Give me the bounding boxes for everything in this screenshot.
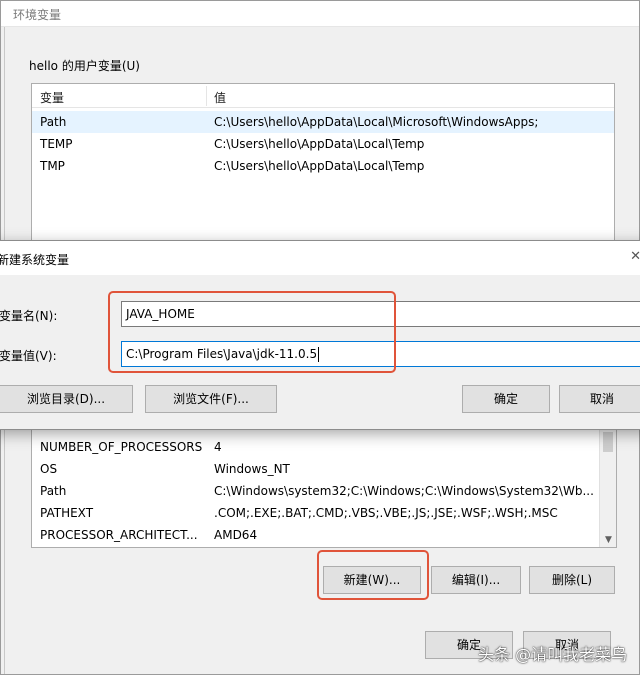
annotation-highlight-fields	[108, 291, 396, 373]
env-window-title: 环境变量	[13, 8, 62, 22]
user-var-row[interactable]: TEMP C:\Users\hello\AppData\Local\Temp	[32, 133, 614, 155]
system-var-row[interactable]: OS Windows_NT	[32, 458, 616, 480]
close-icon[interactable]: ✕	[630, 249, 640, 264]
scroll-down-arrow-icon[interactable]: ▼	[600, 535, 616, 545]
system-var-row[interactable]: Path C:\Windows\system32;C:\Windows;C:\W…	[32, 480, 616, 502]
var-name: NUMBER_OF_PROCESSORS	[40, 440, 203, 454]
var-name: TMP	[40, 159, 65, 173]
user-var-row[interactable]: Path C:\Users\hello\AppData\Local\Micros…	[32, 111, 614, 133]
new-system-variable-dialog: 新建系统变量 ✕ 变量名(N): JAVA_HOME 变量值(V): C:\Pr…	[0, 240, 640, 430]
system-list-scrollbar[interactable]: ▼	[599, 426, 616, 547]
new-dialog-ok-button[interactable]: 确定	[462, 385, 550, 413]
new-dialog-cancel-button[interactable]: 取消	[559, 385, 640, 413]
column-separator[interactable]	[206, 86, 207, 106]
var-value: 4	[214, 440, 222, 454]
browse-file-button[interactable]: 浏览文件(F)...	[145, 385, 277, 413]
system-var-row[interactable]: PATHEXT .COM;.EXE;.BAT;.CMD;.VBS;.VBE;.J…	[32, 502, 616, 524]
watermark-text: 头条 @请叫我老菜鸟	[478, 645, 628, 664]
column-header-value[interactable]: 值	[214, 89, 226, 106]
column-header-variable[interactable]: 变量	[40, 89, 64, 106]
var-value: .COM;.EXE;.BAT;.CMD;.VBS;.VBE;.JS;.JSE;.…	[214, 506, 558, 520]
var-value: C:\Users\hello\AppData\Local\Temp	[214, 159, 425, 173]
edit-variable-button[interactable]: 编辑(I)...	[431, 566, 521, 594]
env-titlebar: 环境变量	[1, 1, 639, 27]
new-dialog-title: 新建系统变量	[0, 253, 70, 267]
var-value: Windows_NT	[214, 462, 290, 476]
variable-name-label: 变量名(N):	[0, 309, 58, 323]
user-variables-group-label: hello 的用户变量(U)	[29, 59, 140, 73]
var-name: Path	[40, 115, 67, 129]
var-name: OS	[40, 462, 58, 476]
var-value: AMD64	[214, 528, 258, 542]
user-variables-list[interactable]: 变量 值 Path C:\Users\hello\AppData\Local\M…	[31, 83, 615, 253]
new-dialog-titlebar[interactable]: 新建系统变量 ✕	[0, 241, 640, 275]
delete-variable-button[interactable]: 删除(L)	[529, 566, 615, 594]
system-var-row[interactable]: PROCESSOR_ARCHITECT... AMD64	[32, 524, 616, 546]
var-value: C:\Windows\system32;C:\Windows;C:\Window…	[214, 484, 594, 498]
user-var-row[interactable]: TMP C:\Users\hello\AppData\Local\Temp	[32, 155, 614, 177]
var-name: Path	[40, 484, 67, 498]
var-name: PROCESSOR_ARCHITECT...	[40, 528, 198, 542]
variable-value-label: 变量值(V):	[0, 349, 57, 363]
var-value: C:\Users\hello\AppData\Local\Temp	[214, 137, 425, 151]
system-var-row[interactable]: NUMBER_OF_PROCESSORS 4	[32, 436, 616, 458]
browse-directory-button[interactable]: 浏览目录(D)...	[0, 385, 133, 413]
var-name: TEMP	[40, 137, 73, 151]
scrollbar-thumb[interactable]	[603, 432, 613, 452]
system-variables-list[interactable]: NUMBER_OF_PROCESSORS 4 OS Windows_NT Pat…	[31, 426, 617, 548]
user-list-header: 变量 值	[32, 84, 614, 108]
var-value: C:\Users\hello\AppData\Local\Microsoft\W…	[214, 115, 539, 129]
var-name: PATHEXT	[40, 506, 94, 520]
annotation-highlight-new-button	[317, 550, 429, 600]
